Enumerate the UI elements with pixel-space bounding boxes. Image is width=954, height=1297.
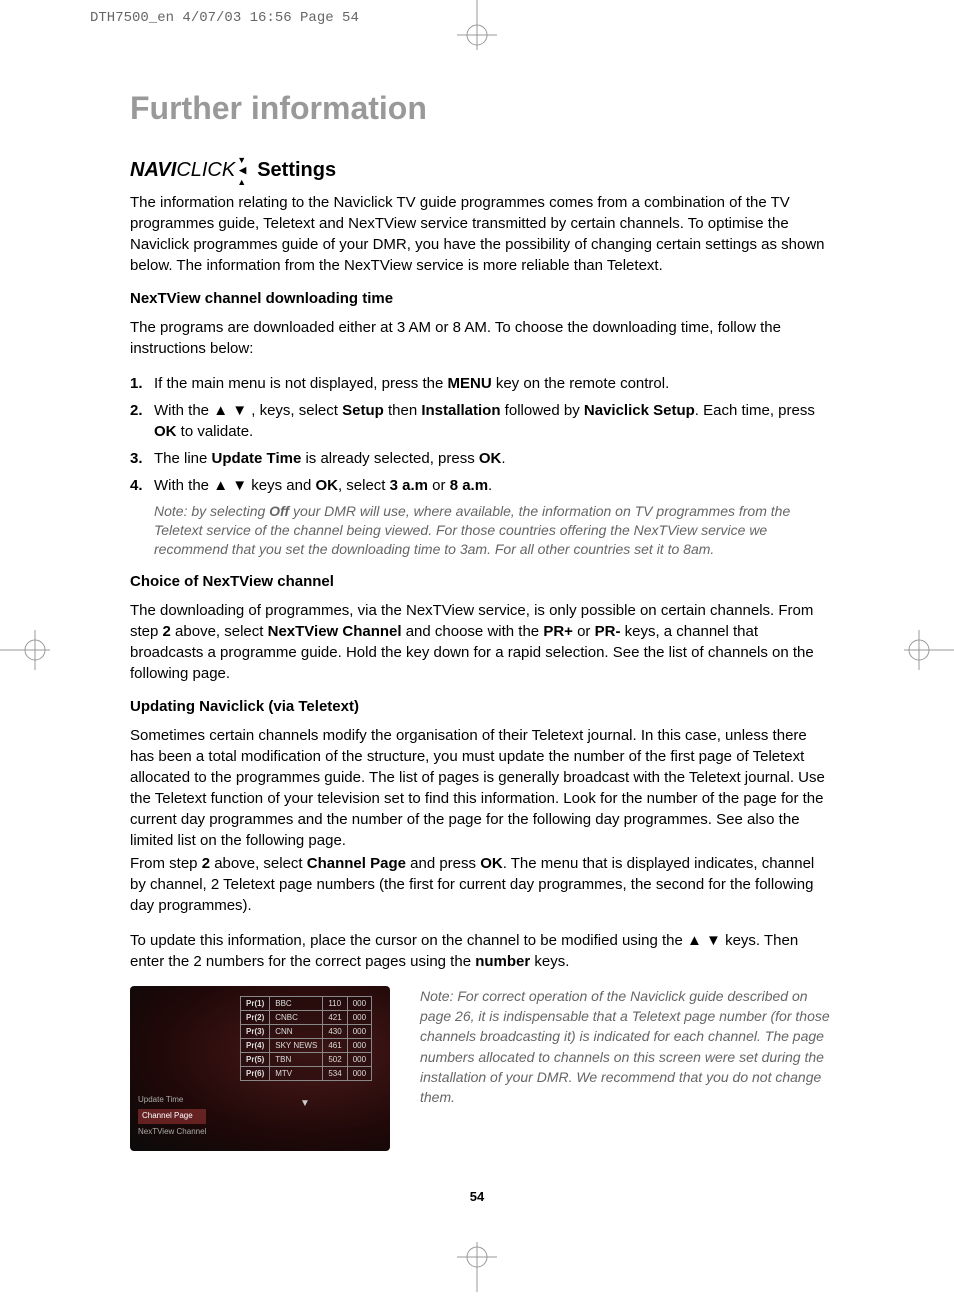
step-num: 1. [130, 373, 154, 394]
step-num: 2. [130, 400, 154, 442]
arrow-down-icon: ▼ [706, 932, 721, 949]
section2-title: Choice of NexTView channel [130, 573, 830, 590]
arrow-up-icon: ▲ [213, 477, 228, 494]
crop-mark-bottom [457, 1242, 497, 1292]
channel-table: Pr(1)BBC110000 Pr(2)CNBC421000 Pr(3)CNN4… [240, 996, 372, 1081]
channel-page-screenshot: Pr(1)BBC110000 Pr(2)CNBC421000 Pr(3)CNN4… [130, 986, 390, 1151]
table-row: Pr(2)CNBC421000 [241, 1010, 372, 1024]
step-text: If the main menu is not displayed, press… [154, 373, 830, 394]
main-title: Further information [130, 90, 830, 127]
arrow-up-icon: ▲ [213, 402, 228, 419]
crop-mark-top [457, 0, 497, 50]
arrow-down-icon: ▼ [232, 477, 247, 494]
page-number: 54 [470, 1189, 484, 1204]
step-1: 1. If the main menu is not displayed, pr… [130, 373, 830, 394]
naviclick-navi: NAVI [130, 159, 176, 182]
table-row: Pr(4)SKY NEWS461000 [241, 1038, 372, 1052]
step-3: 3. The line Update Time is already selec… [130, 448, 830, 469]
naviclick-logo: NAVICLICK ▼ ◀ ▲ [130, 159, 249, 182]
sidebar-item: Update Time [138, 1094, 206, 1107]
section3-para2: From step 2 above, select Channel Page a… [130, 853, 830, 916]
section2-text: The downloading of programmes, via the N… [130, 600, 830, 684]
print-header: DTH7500_en 4/07/03 16:56 Page 54 [90, 10, 359, 26]
logo-arrows-icon: ▼ ◀ ▲ [235, 161, 249, 181]
figure-note: Note: For correct operation of the Navic… [420, 986, 830, 1151]
intro-text: The information relating to the Naviclic… [130, 192, 830, 276]
steps-list: 1. If the main menu is not displayed, pr… [130, 373, 830, 496]
step-text: With the ▲ ▼ keys and OK, select 3 a.m o… [154, 475, 830, 496]
step-text: The line Update Time is already selected… [154, 448, 830, 469]
step-4: 4. With the ▲ ▼ keys and OK, select 3 a.… [130, 475, 830, 496]
section1-title: NexTView channel downloading time [130, 290, 830, 307]
crop-mark-left [0, 630, 50, 670]
arrow-down-icon: ▼ [232, 402, 247, 419]
table-row: Pr(6)MTV534000 [241, 1066, 372, 1080]
table-row: Pr(1)BBC110000 [241, 996, 372, 1010]
settings-label: Settings [257, 159, 336, 182]
section3-para3: To update this information, place the cu… [130, 930, 830, 972]
settings-title: NAVICLICK ▼ ◀ ▲ Settings [130, 159, 830, 182]
table-row: Pr(5)TBN502000 [241, 1052, 372, 1066]
sidebar-labels: Update Time Channel Page NexTView Channe… [138, 1094, 206, 1140]
naviclick-click: CLICK [176, 159, 235, 182]
crop-mark-right [904, 630, 954, 670]
sidebar-item-selected: Channel Page [138, 1109, 206, 1124]
section3-para1: Sometimes certain channels modify the or… [130, 725, 830, 851]
section3-title: Updating Naviclick (via Teletext) [130, 698, 830, 715]
figure-row: Pr(1)BBC110000 Pr(2)CNBC421000 Pr(3)CNN4… [130, 986, 830, 1151]
table-row: Pr(3)CNN430000 [241, 1024, 372, 1038]
scroll-down-icon: ▼ [300, 1098, 310, 1109]
arrow-up-icon: ▲ [687, 932, 702, 949]
step-text: With the ▲ ▼ , keys, select Setup then I… [154, 400, 830, 442]
page-content: Further information NAVICLICK ▼ ◀ ▲ Sett… [130, 90, 830, 1171]
section1-intro: The programs are downloaded either at 3 … [130, 317, 830, 359]
step-num: 3. [130, 448, 154, 469]
step-2: 2. With the ▲ ▼ , keys, select Setup the… [130, 400, 830, 442]
sidebar-item: NexTView Channel [138, 1126, 206, 1139]
step-num: 4. [130, 475, 154, 496]
section1-note: Note: by selecting Off your DMR will use… [154, 502, 830, 559]
